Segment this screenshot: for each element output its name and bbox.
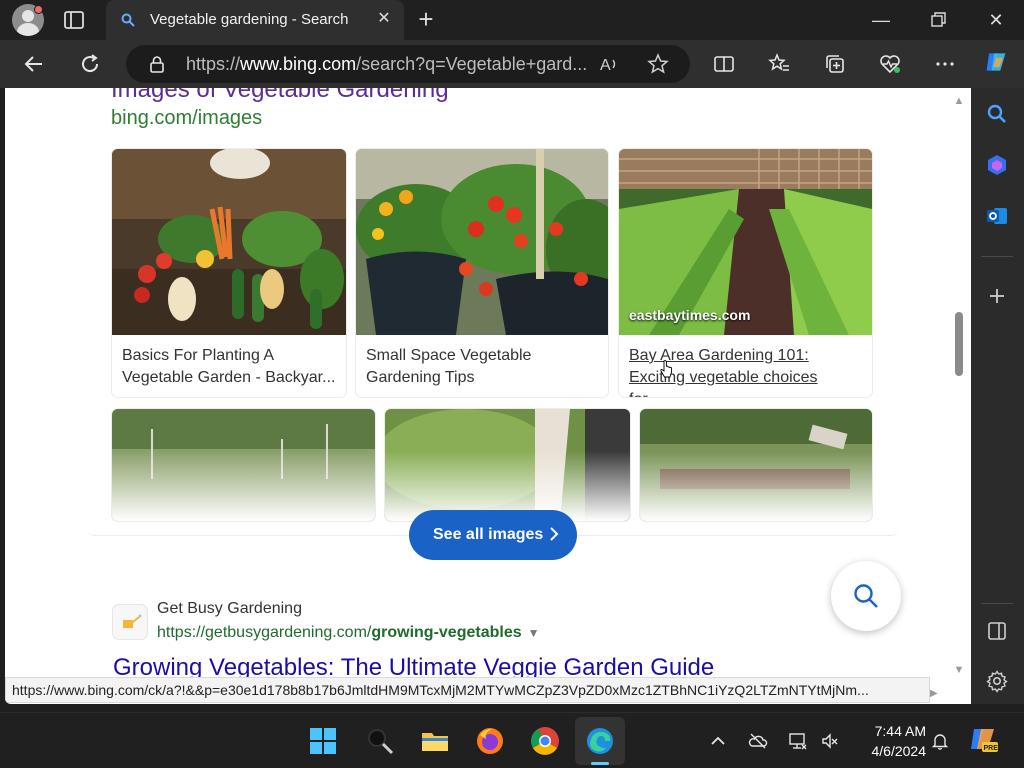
result-url[interactable]: https://getbusygardening.com/growing-veg… [157,624,540,642]
image-card-3[interactable]: eastbaytimes.com Bay Area Gardening 101:… [619,149,872,397]
active-app-indicator [591,762,609,765]
potted-tomatoes-image[interactable] [356,149,608,335]
chevron-down-icon[interactable]: ▼ [528,626,540,640]
restore-button[interactable] [926,8,950,32]
back-icon[interactable] [22,52,46,76]
title-bar: Vegetable gardening - Search ✕ + — ✕ [0,0,1024,40]
search-icon[interactable] [364,725,396,757]
image-card-4[interactable] [112,409,375,521]
system-clock[interactable]: 7:44 AM 4/6/2024 [852,721,927,761]
copilot-icon[interactable] [984,50,1012,78]
clock-time: 7:44 AM [874,723,926,739]
tab-active[interactable]: Vegetable gardening - Search ✕ [106,0,404,40]
read-aloud-icon[interactable]: A [598,53,620,75]
close-tab-icon[interactable]: ✕ [376,11,392,27]
windows-start-icon[interactable] [307,725,339,757]
network-icon[interactable] [788,731,808,751]
scroll-up-arrow[interactable]: ▲ [951,95,967,111]
profile-notification-dot [34,5,43,14]
image-card-6[interactable] [640,409,872,521]
search-icon [120,12,136,28]
images-source-link[interactable]: bing.com/images [111,107,262,130]
tab-title: Vegetable gardening - Search [150,11,349,28]
browser-essentials-icon[interactable] [878,52,902,76]
search-icon[interactable] [985,102,1009,126]
hide-sidebar-icon[interactable] [985,619,1009,643]
favorites-icon[interactable] [767,52,791,76]
outlook-icon[interactable] [985,204,1009,228]
result-site-name[interactable]: Get Busy Gardening [157,600,302,618]
page-content: Images of Vegetable Gardening bing.com/i… [5,88,971,704]
scrollbar-thumb[interactable] [955,312,963,376]
search-icon [854,584,878,608]
image-card-1[interactable]: Basics For Planting A Vegetable Garden -… [112,149,346,397]
images-heading[interactable]: Images of Vegetable Gardening [111,88,449,104]
copilot-preview-icon[interactable]: PRE [968,723,1000,755]
sidebar-separator [981,256,1013,257]
toolbar: https://www.bing.com/search?q=Vegetable+… [0,40,1024,88]
tab-actions-icon[interactable] [62,8,86,32]
image-watermark: eastbaytimes.com [629,307,751,323]
watering-can-icon [123,614,142,628]
onedrive-icon[interactable] [748,731,768,751]
notification-bell-icon[interactable] [930,731,950,751]
collections-icon[interactable] [823,52,847,76]
image-card-1-caption[interactable]: Basics For Planting A Vegetable Garden -… [122,345,342,389]
scroll-right-arrow[interactable]: ▶ [930,688,944,702]
lock-icon[interactable] [148,55,166,73]
vegetable-harvest-image[interactable] [112,149,346,335]
chevron-right-icon [550,527,559,541]
image-card-2-caption[interactable]: Small Space Vegetable Gardening Tips [366,345,586,389]
split-screen-icon[interactable] [712,52,736,76]
clock-date: 4/6/2024 [871,743,927,759]
hand-cursor-icon [660,360,672,378]
result-favicon[interactable] [113,605,147,639]
close-window-button[interactable]: ✕ [984,8,1008,32]
more-options-icon[interactable] [933,52,957,76]
edge-icon[interactable] [584,725,616,757]
add-icon[interactable] [985,284,1009,308]
image-fade [112,451,375,521]
image-fade [640,451,872,521]
url-text[interactable]: https://www.bing.com/search?q=Vegetable+… [186,54,586,75]
sidebar-separator [981,603,1013,604]
chevron-up-icon[interactable] [708,731,728,751]
address-bar[interactable]: https://www.bing.com/search?q=Vegetable+… [126,45,690,83]
file-explorer-icon[interactable] [419,725,451,757]
taskbar: 7:44 AM 4/6/2024 PRE [0,712,1024,768]
volume-muted-icon[interactable] [820,731,840,751]
minimize-button[interactable]: — [869,8,893,32]
see-all-images-button[interactable]: See all images [409,510,577,560]
link-status-bar: https://www.bing.com/ck/a?!&&p=e30e1d178… [5,677,930,703]
new-tab-button[interactable]: + [414,6,438,32]
copilot-designer-icon[interactable] [985,153,1009,177]
edge-sidebar [971,88,1024,704]
image-card-5[interactable] [385,409,630,521]
svg-text:A: A [600,57,611,74]
scroll-down-arrow[interactable]: ▼ [951,664,967,680]
favorite-star-icon[interactable] [647,53,669,75]
settings-gear-icon[interactable] [985,669,1009,693]
chrome-icon[interactable] [529,725,561,757]
refresh-icon[interactable] [78,52,102,76]
image-card-2[interactable]: Small Space Vegetable Gardening Tips [356,149,608,397]
floating-search-button[interactable] [831,561,901,631]
svg-text:PRE: PRE [984,745,999,752]
firefox-icon[interactable] [474,725,506,757]
